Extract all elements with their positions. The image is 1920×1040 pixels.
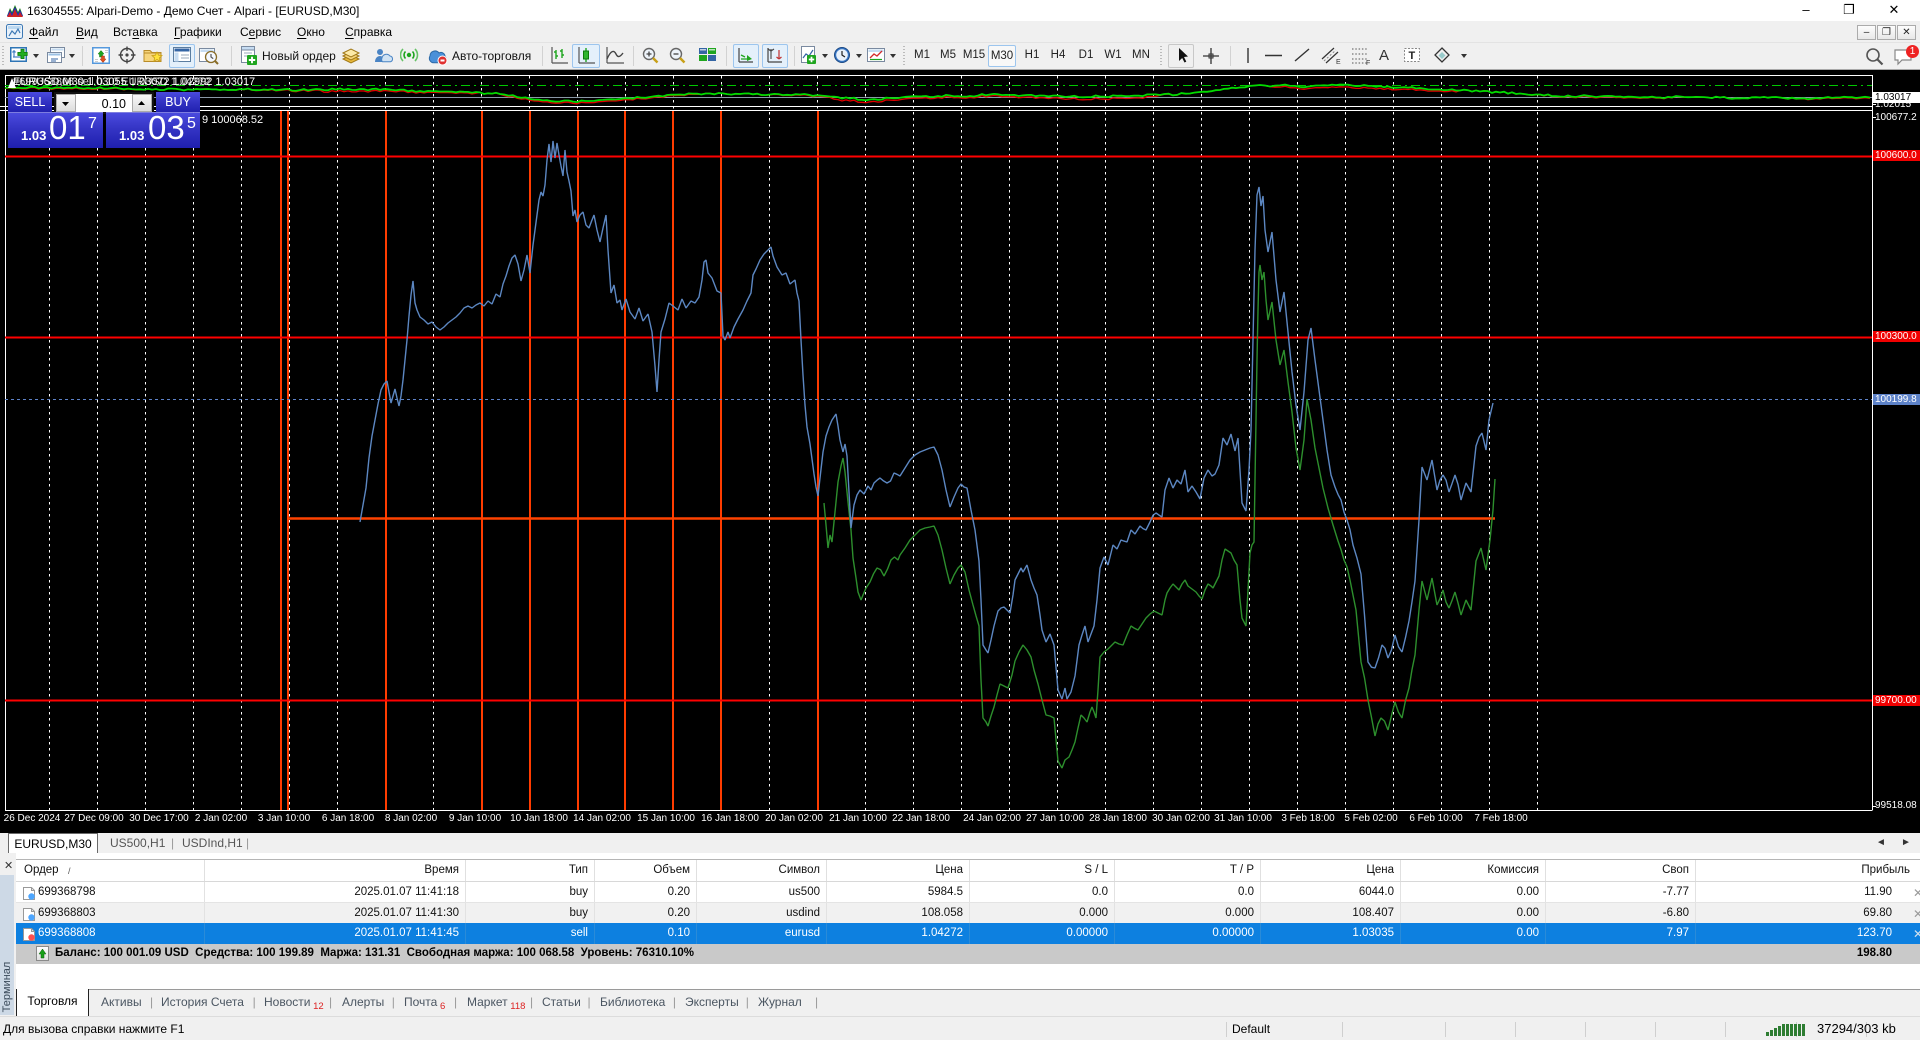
svg-text:T: T	[1409, 50, 1416, 62]
svg-text:E: E	[1336, 59, 1341, 66]
svg-text:F: F	[1366, 60, 1370, 67]
